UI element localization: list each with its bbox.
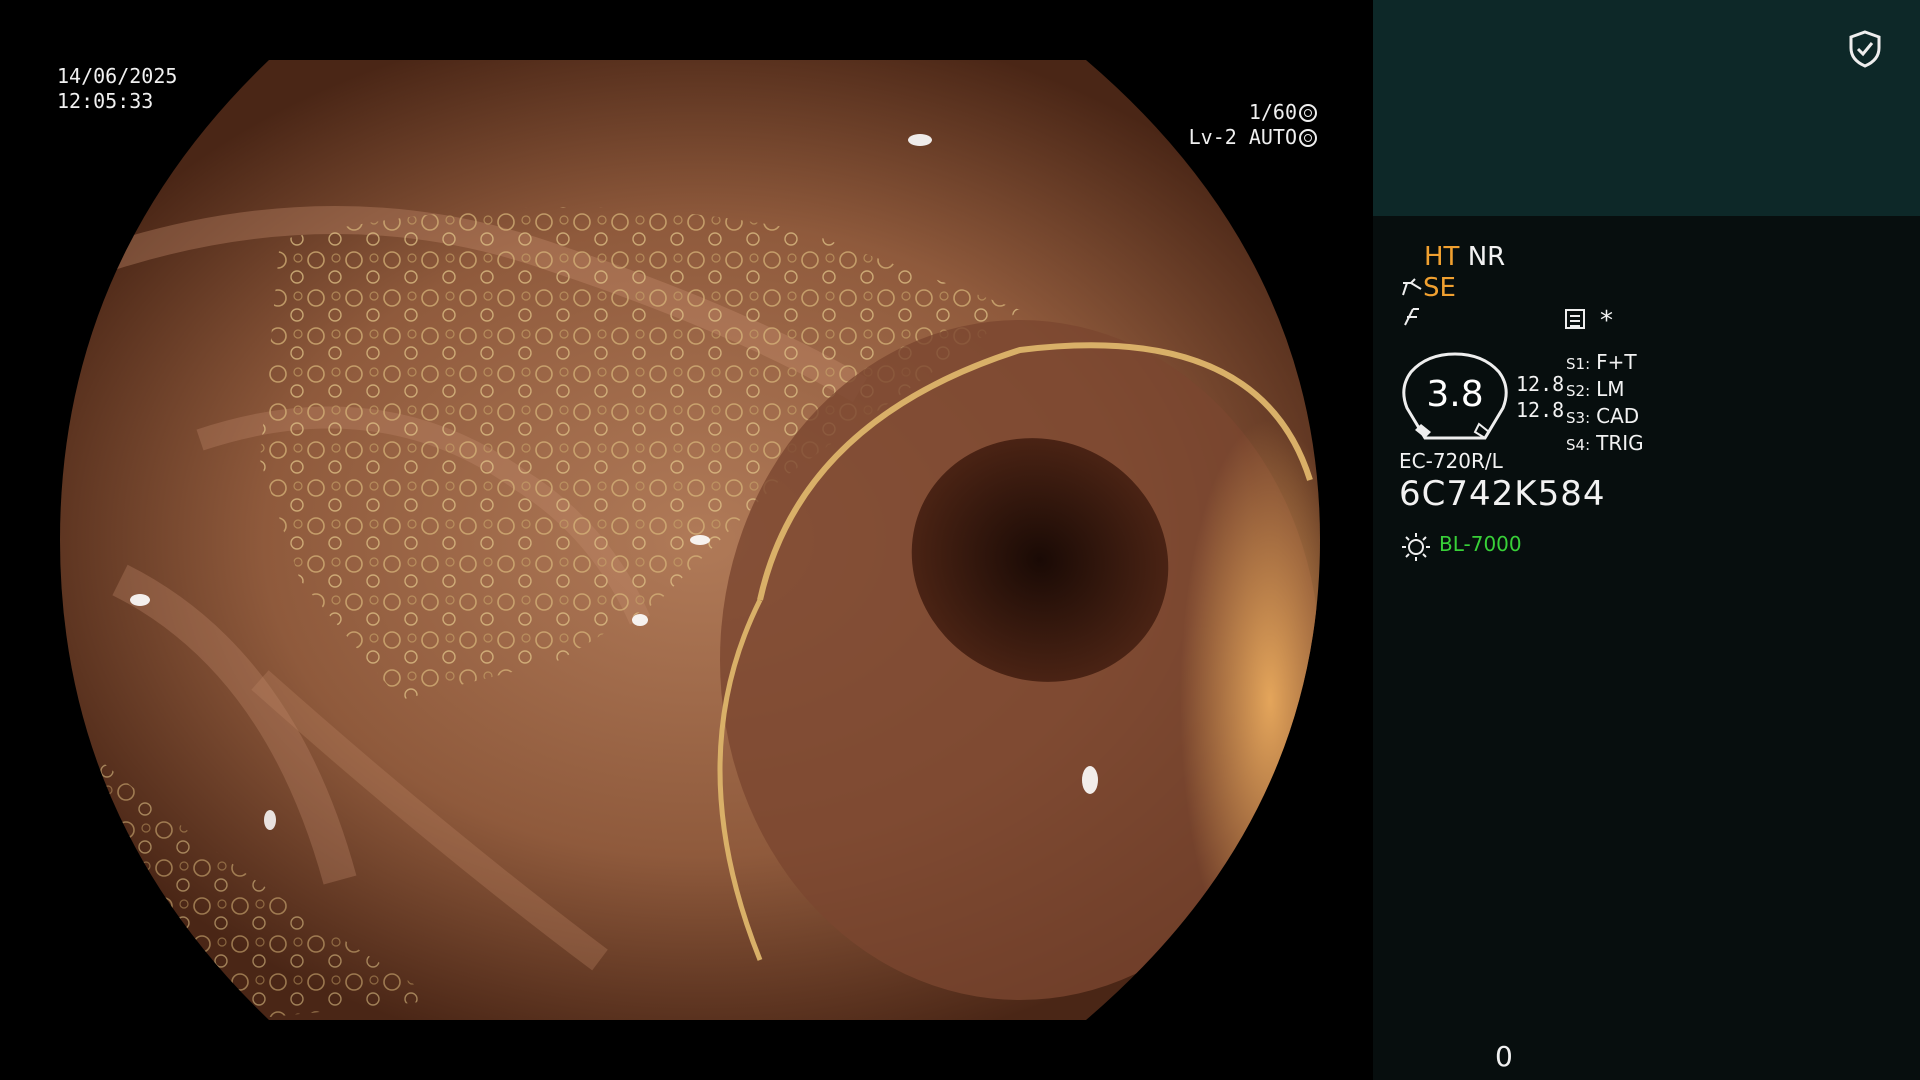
shield-check-icon[interactable] [1848, 30, 1882, 68]
enhancement-icon [1404, 308, 1419, 326]
shutter-overlay: 1/60 Lv-2 AUTO [1189, 100, 1317, 150]
switch-item: S1: F+T [1566, 350, 1637, 374]
gauge-value: 3.8 [1426, 374, 1484, 415]
info-side-panel: HT NR SE * 3.8 12.8 12.8 S1: F+T S2: LM S3… [1373, 0, 1920, 1080]
date-text: 14/06/2025 [57, 64, 178, 88]
time-text: 12:05:33 [57, 89, 154, 113]
switch-assignments: S1: F+T S2: LM S3: CAD S4: TRIG [1566, 350, 1644, 458]
nr-label: NR [1467, 242, 1506, 272]
switch-item: S2: LM [1566, 377, 1625, 401]
mode-row [1401, 304, 1423, 334]
shutter-icon [1299, 104, 1317, 122]
iris-icon [1299, 129, 1317, 147]
scope-arrow-icon [1402, 278, 1422, 296]
scope-serial: 6C742K584 [1399, 474, 1606, 514]
se-row: SE [1401, 273, 1456, 303]
endoscope-video-area: 14/06/2025 12:05:33 1/60 Lv-2 AUTO [0, 0, 1373, 1080]
light-source-icon [1402, 533, 1430, 561]
side-panel-header [1373, 0, 1920, 216]
shutter-speed-text: 1/60 [1248, 100, 1297, 124]
switch-item: S3: CAD [1566, 404, 1640, 428]
datetime-overlay: 14/06/2025 12:05:33 [57, 64, 177, 114]
light-source-label: BL-7000 [1439, 532, 1522, 556]
ht-label: HT [1424, 242, 1460, 272]
asterisk-marker: * [1600, 306, 1613, 336]
se-label: SE [1423, 273, 1456, 303]
enhancement-row: HT NR [1424, 242, 1505, 272]
frame-counter: 0 [1495, 1040, 1513, 1073]
readout-a: 12.8 [1516, 372, 1565, 396]
level-text: Lv-2 AUTO [1188, 125, 1297, 149]
readout-b: 12.8 [1516, 398, 1565, 422]
switch-item: S4: TRIG [1566, 431, 1644, 455]
memo-icon [1565, 309, 1585, 329]
numeric-readouts: 12.8 12.8 [1516, 371, 1564, 423]
endoscopic-image [60, 60, 1320, 1020]
scope-model: EC-720R/L [1399, 449, 1503, 473]
